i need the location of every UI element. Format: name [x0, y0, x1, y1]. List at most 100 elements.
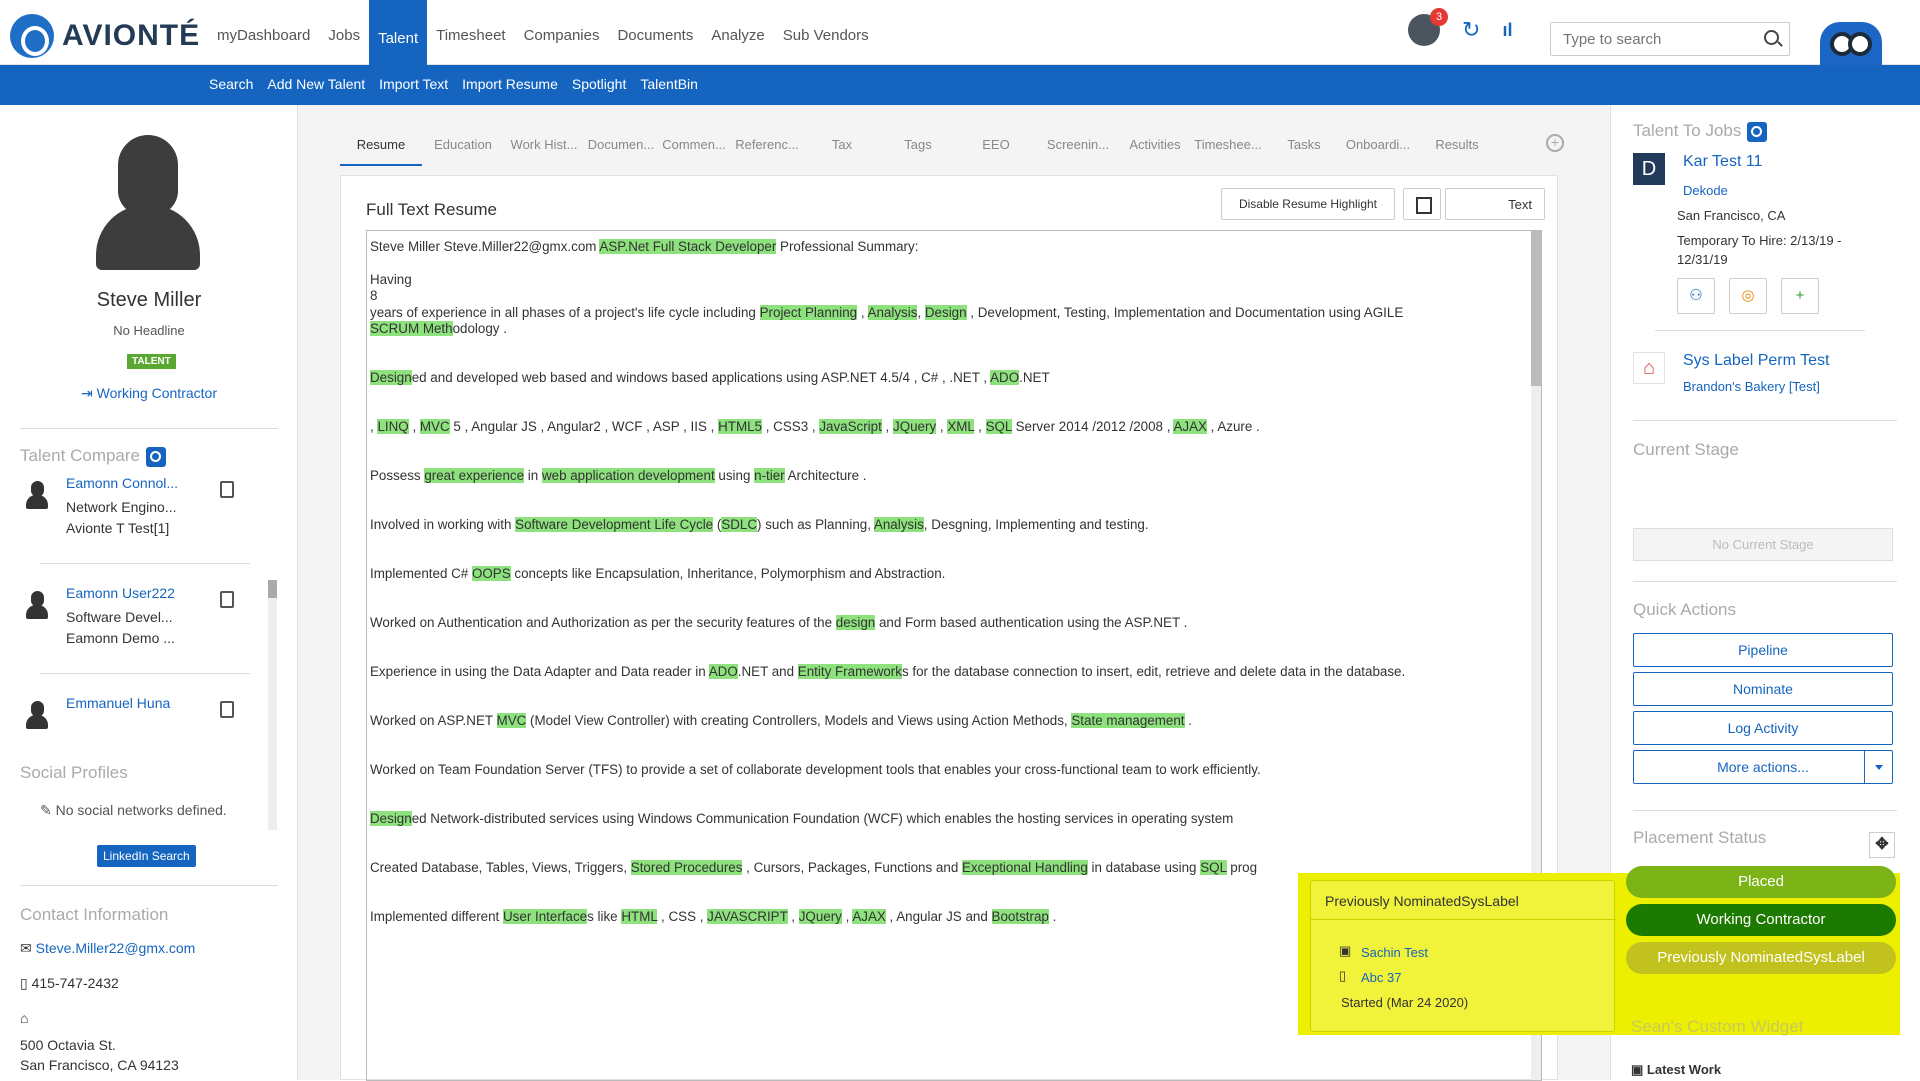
tab-tax[interactable]: Tax	[804, 133, 880, 166]
save-icon[interactable]	[1403, 188, 1441, 220]
compare-item[interactable]: Emmanuel Huna	[20, 695, 260, 735]
pipeline-people-icon[interactable]: ⚇	[1677, 278, 1715, 314]
subnav-import-text[interactable]: Import Text	[372, 65, 455, 105]
status-pill-previously-nominated[interactable]: Previously NominatedSysLabel	[1626, 942, 1896, 974]
tab-education[interactable]: Education	[422, 133, 504, 166]
subnav-spotlight[interactable]: Spotlight	[565, 65, 633, 105]
talent-tag: TALENT	[127, 354, 176, 369]
tab-references[interactable]: Referenc...	[730, 133, 804, 166]
status-pill-working-contractor[interactable]: Working Contractor	[1626, 904, 1896, 936]
keyword-highlight: AJAX	[852, 909, 886, 924]
phone-icon: ▯	[20, 975, 32, 991]
pipeline-button[interactable]: Pipeline	[1633, 633, 1893, 667]
compare-title: Software Devel...	[66, 609, 173, 625]
compare-item[interactable]: Eamonn User222 Software Devel... Eamonn …	[20, 585, 260, 675]
resume-text: ,	[841, 909, 853, 924]
nav-companies[interactable]: Companies	[515, 0, 609, 65]
search-icon[interactable]	[1764, 30, 1779, 45]
move-icon[interactable]: ✥	[1869, 832, 1895, 858]
chevron-down-icon[interactable]	[1864, 751, 1892, 783]
pencil-icon[interactable]: ✎	[40, 802, 56, 818]
nominate-button[interactable]: Nominate	[1633, 672, 1893, 706]
resume-line: Designed Network-distributed services us…	[370, 811, 1233, 826]
disable-highlight-button[interactable]: Disable Resume Highlight	[1221, 188, 1395, 220]
subnav-add-new-talent[interactable]: Add New Talent	[260, 65, 372, 105]
nav-mydashboard[interactable]: myDashboard	[208, 0, 319, 65]
tab-eeo[interactable]: EEO	[956, 133, 1036, 166]
document-icon[interactable]	[220, 481, 234, 498]
global-search[interactable]	[1550, 22, 1790, 56]
search-icon[interactable]	[146, 446, 167, 467]
keyword-highlight: Stored Procedures	[630, 860, 743, 875]
status-arrow-icon: ⇥	[81, 385, 97, 401]
linkedin-search-button[interactable]: LinkedIn Search	[97, 845, 196, 867]
text-toggle[interactable]: Text	[1445, 188, 1545, 220]
popover-person-link[interactable]: Sachin Test	[1361, 945, 1428, 960]
document-icon[interactable]	[220, 701, 234, 718]
job-company[interactable]: Dekode	[1683, 183, 1728, 198]
contact-email[interactable]: ✉ Steve.Miller22@gmx.com	[20, 940, 195, 957]
log-activity-button[interactable]: Log Activity	[1633, 711, 1893, 745]
profile-tabs: Resume Education Work Hist... Documen...…	[340, 133, 1500, 166]
keyword-highlight: Design	[370, 370, 412, 385]
resume-text: , Azure .	[1206, 419, 1260, 434]
subnav-import-resume[interactable]: Import Resume	[455, 65, 565, 105]
keyword-highlight: ADO	[990, 370, 1020, 385]
user-avatar-owl-icon[interactable]	[1820, 22, 1882, 65]
subnav-talentbin[interactable]: TalentBin	[633, 65, 705, 105]
search-icon[interactable]	[1747, 121, 1768, 142]
nav-jobs[interactable]: Jobs	[319, 0, 369, 65]
more-actions-button[interactable]: More actions...	[1633, 750, 1893, 784]
job-company[interactable]: Brandon's Bakery [Test]	[1683, 379, 1820, 394]
search-input[interactable]	[1551, 23, 1751, 55]
job-title[interactable]: Sys Label Perm Test	[1683, 352, 1829, 370]
refresh-icon[interactable]: ↻	[1462, 17, 1480, 43]
nav-sub-vendors[interactable]: Sub Vendors	[774, 0, 878, 65]
main-nav: myDashboard Jobs Talent Timesheet Compan…	[208, 0, 878, 65]
resume-text: , Desgning, Implementing and testing.	[923, 517, 1149, 532]
popover-job-link[interactable]: Abc 37	[1361, 970, 1401, 985]
tab-comments[interactable]: Commen...	[658, 133, 730, 166]
left-panel: Steve Miller No Headline TALENT ⇥ Workin…	[0, 105, 298, 1080]
nav-analyze[interactable]: Analyze	[702, 0, 773, 65]
resume-line: Worked on Authentication and Authorizati…	[370, 615, 1187, 630]
keyword-highlight: Analysis	[873, 517, 924, 532]
nav-documents[interactable]: Documents	[608, 0, 702, 65]
subnav-search[interactable]: Search	[202, 65, 260, 105]
tab-resume[interactable]: Resume	[340, 133, 422, 166]
compare-name[interactable]: Emmanuel Huna	[66, 695, 196, 711]
globe-icon[interactable]: 3	[1408, 8, 1448, 46]
keyword-highlight: JQuery	[893, 419, 937, 434]
nav-timesheet[interactable]: Timesheet	[427, 0, 514, 65]
tab-tasks[interactable]: Tasks	[1266, 133, 1342, 166]
tab-screening[interactable]: Screenin...	[1036, 133, 1120, 166]
compare-item[interactable]: Eamonn Connol... Network Engino... Avion…	[20, 475, 260, 565]
add-person-icon[interactable]: +	[1781, 278, 1819, 314]
resume-text: ed and developed web based and windows b…	[411, 370, 991, 385]
tab-tags[interactable]: Tags	[880, 133, 956, 166]
tab-activities[interactable]: Activities	[1120, 133, 1190, 166]
brand-logo[interactable]: AVIONTÉ	[10, 14, 200, 58]
job-title[interactable]: Kar Test 11	[1683, 153, 1762, 171]
keyword-highlight: SCRUM Meth	[370, 321, 453, 336]
tab-documents[interactable]: Documen...	[584, 133, 658, 166]
profile-headline: No Headline	[113, 323, 185, 338]
tab-onboarding[interactable]: Onboardi...	[1342, 133, 1414, 166]
notification-badge: 3	[1430, 8, 1448, 26]
compare-name[interactable]: Eamonn User222	[66, 585, 196, 601]
resume-line: Involved in working with Software Develo…	[370, 517, 1149, 532]
compare-name[interactable]: Eamonn Connol...	[66, 475, 196, 491]
compare-scrollbar[interactable]	[268, 580, 277, 830]
document-icon[interactable]	[220, 591, 234, 608]
tab-results[interactable]: Results	[1414, 133, 1500, 166]
profile-status-link[interactable]: ⇥ Working Contractor	[0, 385, 298, 402]
add-tab-icon[interactable]: +	[1546, 134, 1564, 152]
popover-title: Previously NominatedSysLabel	[1325, 893, 1519, 909]
resume-text: Architecture .	[784, 468, 867, 483]
nav-talent[interactable]: Talent	[369, 0, 428, 65]
tab-work-history[interactable]: Work Hist...	[504, 133, 584, 166]
analytics-icon[interactable]: ıl	[1502, 20, 1512, 41]
status-pill-placed[interactable]: Placed	[1626, 866, 1896, 898]
tab-timesheets[interactable]: Timeshee...	[1190, 133, 1266, 166]
target-icon[interactable]: ◎	[1729, 278, 1767, 314]
